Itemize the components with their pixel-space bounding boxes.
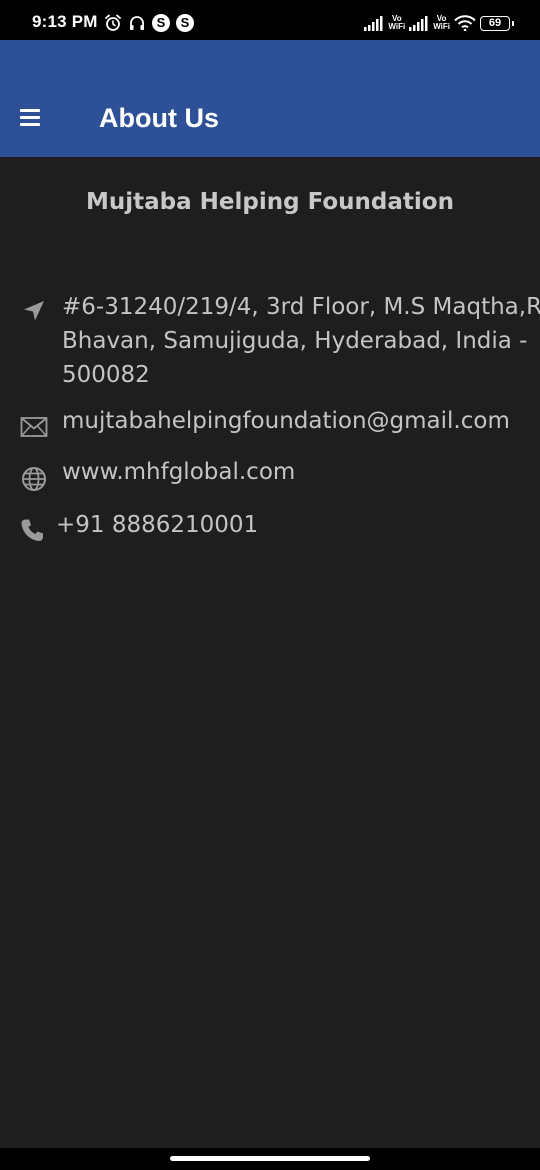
wifi-icon: [454, 15, 476, 31]
address-line: 500082: [62, 362, 150, 388]
navigation-bar: [0, 1148, 540, 1170]
status-system-icons: Vo WiFi Vo WiFi 69: [360, 12, 514, 34]
about-us-screen: 9:13 PM S S Vo WiFi Vo WiFi 69 About Us …: [0, 0, 540, 1170]
envelope-icon: [20, 413, 48, 441]
website-link[interactable]: www.mhfglobal.com: [62, 456, 295, 488]
toolbar: About Us: [0, 40, 540, 157]
globe-icon: [20, 465, 48, 493]
signal-icon: [364, 15, 384, 31]
phone-icon: [18, 516, 46, 544]
battery-icon: 69: [480, 15, 514, 31]
address-line: Bhavan, Samujiguda, Hyderabad, India -: [62, 328, 528, 354]
home-indicator[interactable]: [170, 1156, 370, 1161]
phone-link[interactable]: +91 8886210001: [56, 509, 258, 541]
headphones-icon: [128, 14, 146, 32]
vowifi-indicator: Vo WiFi: [388, 14, 406, 31]
address-text: #6-31240/219/4, 3rd Floor, M.S Maqtha,Ra…: [62, 290, 540, 392]
signal-icon: [409, 15, 429, 31]
alarm-icon: [104, 14, 122, 32]
organization-name: Mujtaba Helping Foundation: [86, 189, 454, 215]
vowifi-indicator: Vo WiFi: [433, 14, 450, 31]
page-title: About Us: [99, 103, 219, 133]
skype-icon: S: [176, 14, 194, 32]
address-line: #6-31240/219/4, 3rd Floor, M.S Maqtha,Ra…: [62, 294, 540, 320]
skype-icon: S: [152, 14, 170, 32]
status-time: 9:13 PM: [32, 12, 98, 31]
status-notification-icons: S S: [104, 13, 200, 33]
hamburger-menu-icon[interactable]: [18, 105, 44, 131]
status-bar: 9:13 PM S S Vo WiFi Vo WiFi 69: [0, 0, 540, 40]
email-link[interactable]: mujtabahelpingfoundation@gmail.com: [62, 405, 510, 437]
location-arrow-icon: [20, 297, 48, 325]
